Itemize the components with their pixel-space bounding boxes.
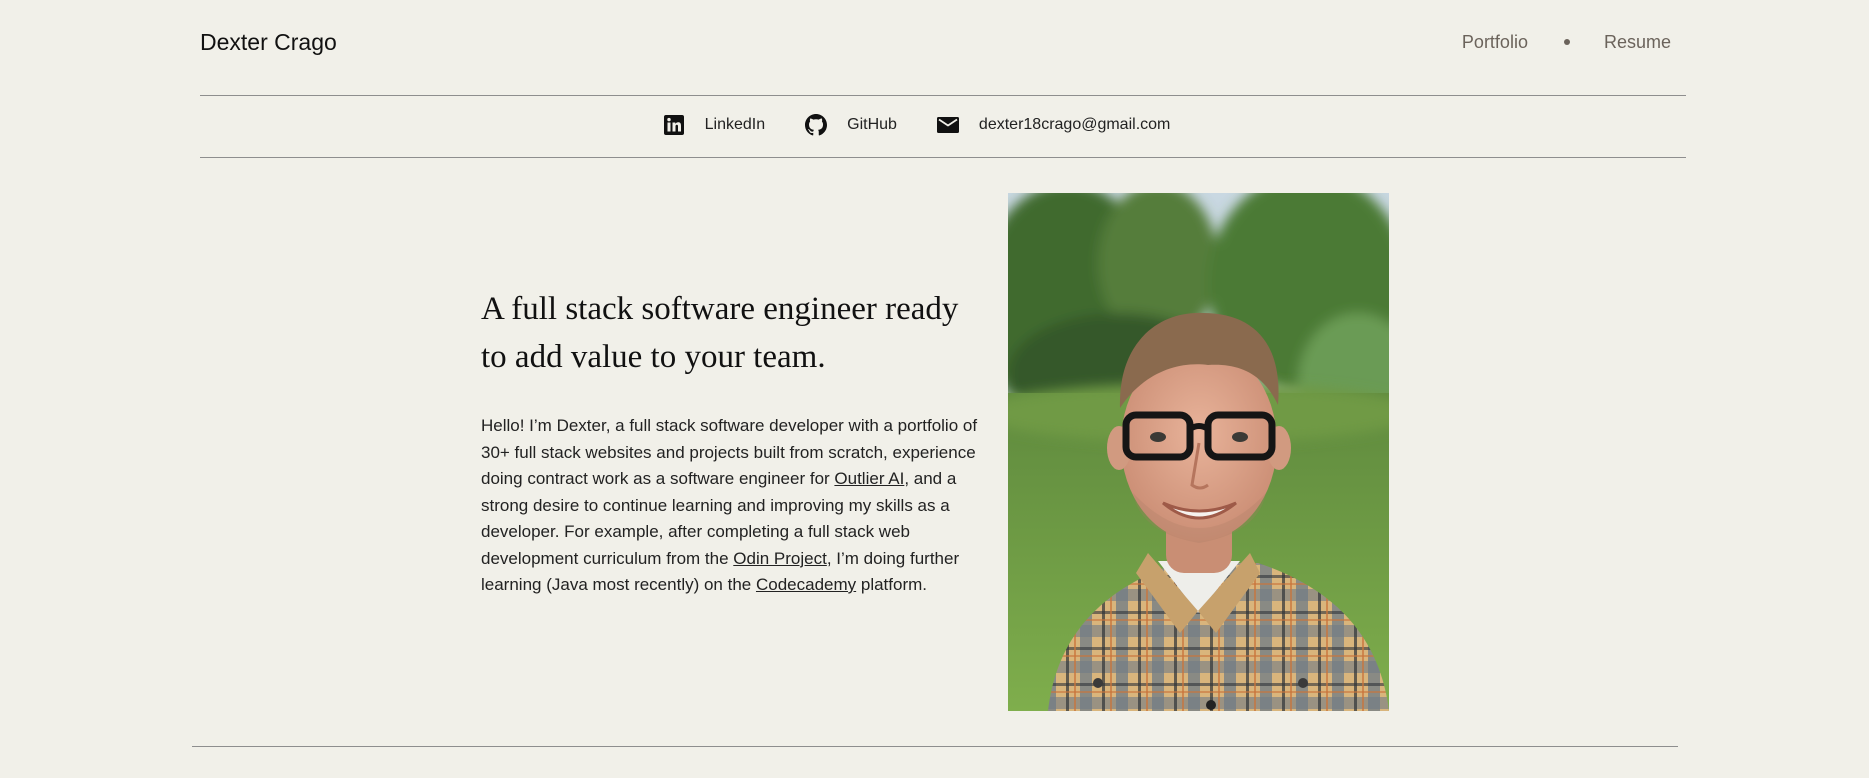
hero-heading: A full stack software engineer ready to … — [481, 291, 959, 375]
odin-project-link[interactable]: Odin Project — [733, 549, 827, 568]
site-name[interactable]: Dexter Crago — [200, 26, 337, 58]
hero-bio: Hello! I’m Dexter, a full stack software… — [481, 413, 991, 599]
hero-intro: A full stack software engineer ready to … — [481, 285, 991, 599]
bio-text-part4: platform. — [856, 575, 927, 594]
mail-icon — [936, 114, 959, 136]
social-links-bar: LinkedIn GitHub dexter18crago@gmail.com — [0, 114, 1869, 136]
header-divider-bottom — [200, 157, 1686, 158]
github-label: GitHub — [847, 116, 897, 133]
nav-separator-dot — [1563, 39, 1570, 45]
email-link[interactable]: dexter18crago@gmail.com — [936, 114, 1171, 136]
linkedin-link[interactable]: LinkedIn — [663, 114, 766, 136]
outlier-ai-link[interactable]: Outlier AI — [834, 469, 904, 488]
linkedin-icon — [663, 114, 685, 136]
github-link[interactable]: GitHub — [805, 114, 897, 136]
nav-resume-link[interactable]: Resume — [1604, 30, 1671, 54]
linkedin-label: LinkedIn — [704, 116, 766, 133]
github-icon — [805, 114, 828, 136]
top-nav: Portfolio Resume — [1462, 30, 1671, 54]
profile-photo — [1008, 193, 1389, 711]
nav-portfolio-link[interactable]: Portfolio — [1462, 30, 1528, 54]
email-label: dexter18crago@gmail.com — [978, 116, 1171, 133]
header-divider-top — [200, 95, 1686, 96]
section-divider — [192, 746, 1678, 747]
codecademy-link[interactable]: Codecademy — [756, 575, 856, 594]
